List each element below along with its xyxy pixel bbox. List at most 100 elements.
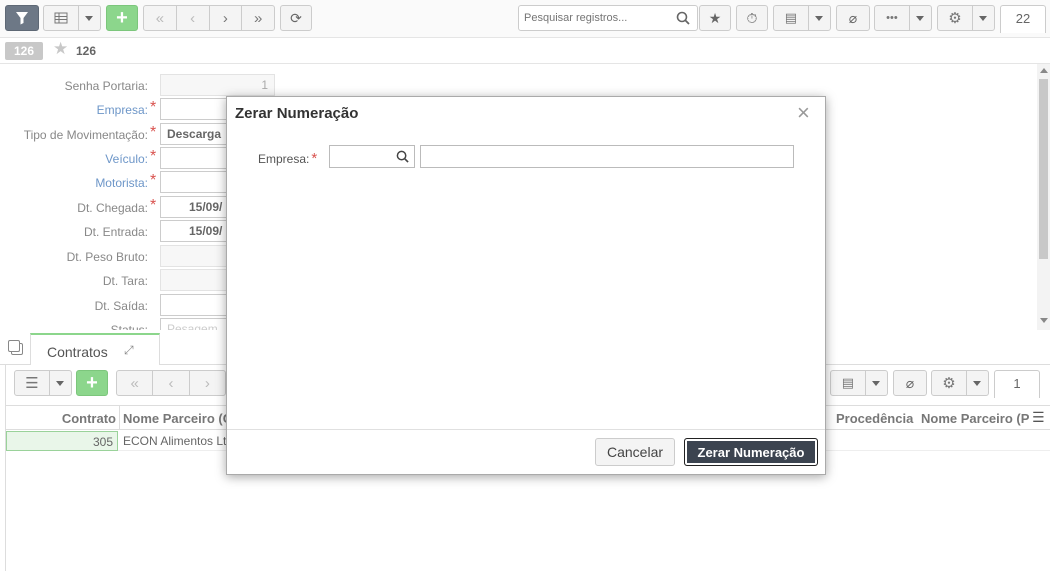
sub-view-group: ☰ [14, 370, 72, 396]
last-record-button[interactable]: » [242, 6, 274, 30]
copy-icon[interactable] [8, 340, 20, 352]
main-toolbar: + « ‹ › » ⟳ ★ ⏱ ▤ ⌀ ••• ⚙ 22 [0, 0, 1050, 38]
sub-list-view-button[interactable]: ☰ [15, 371, 50, 395]
sub-settings-group: ⚙ [931, 370, 989, 396]
empresa-code-input[interactable] [330, 146, 392, 167]
header-contrato[interactable]: Contrato [6, 411, 116, 426]
sub-export-group: ▤ [830, 370, 888, 396]
settings-dropdown-button[interactable] [973, 6, 994, 30]
settings-button[interactable]: ⚙ [938, 6, 973, 30]
form-label[interactable]: Motorista: [0, 176, 148, 190]
search-icon[interactable] [396, 150, 409, 163]
zerar-numeracao-button[interactable]: Zerar Numeração [684, 438, 818, 466]
form-label: Dt. Saída: [0, 299, 148, 313]
header-divider [119, 406, 120, 430]
grid-view-button[interactable] [44, 6, 79, 30]
export-icon: ▤ [784, 10, 798, 25]
required-marker: * [150, 99, 157, 116]
next-icon: › [204, 374, 210, 392]
sub-navigation-group: « ‹ › [116, 370, 226, 396]
add-button[interactable]: + [106, 5, 138, 31]
record-header: 126 ★ 126 [0, 38, 1050, 64]
form-label: Senha Portaria: [0, 79, 148, 93]
filter-button[interactable] [5, 5, 39, 31]
sub-first-button[interactable]: « [117, 371, 154, 395]
first-icon: « [130, 374, 139, 392]
form-label-text: Status: [110, 323, 148, 330]
scroll-thumb[interactable] [1039, 79, 1048, 259]
gear-icon: ⚙ [948, 10, 962, 27]
attach-button[interactable]: ⌀ [836, 5, 870, 31]
attach-icon: ⌀ [905, 374, 915, 391]
view-mode-group [43, 5, 101, 31]
sub-prev-button[interactable]: ‹ [153, 371, 190, 395]
sub-next-button[interactable]: › [190, 371, 225, 395]
header-nome-parceiro-c[interactable]: Nome Parceiro (C [123, 411, 232, 426]
sub-add-button[interactable]: + [76, 370, 108, 396]
form-label[interactable]: Veículo: [0, 152, 148, 166]
header-nome-parceiro-p[interactable]: Nome Parceiro (P [921, 411, 1029, 426]
sub-attach-button[interactable]: ⌀ [893, 370, 927, 396]
next-icon: › [222, 9, 228, 27]
required-marker: * [150, 148, 157, 165]
page-count: 22 [1000, 5, 1046, 33]
form-label-text: Senha Portaria: [64, 79, 148, 93]
close-icon[interactable]: × [797, 100, 810, 126]
export-button[interactable]: ▤ [774, 6, 809, 30]
refresh-button[interactable]: ⟳ [280, 5, 312, 31]
next-record-button[interactable]: › [210, 6, 243, 30]
sub-settings-dropdown-button[interactable] [967, 371, 988, 395]
prev-icon: ‹ [190, 9, 196, 27]
plus-icon: + [86, 371, 98, 394]
search-icon[interactable] [676, 11, 690, 25]
prev-record-button[interactable]: ‹ [177, 6, 210, 30]
tab-contratos-label: Contratos [47, 344, 108, 360]
first-record-button[interactable]: « [144, 6, 177, 30]
sub-export-button[interactable]: ▤ [831, 371, 866, 395]
required-marker: * [150, 124, 157, 141]
favorite-button[interactable]: ★ [699, 5, 731, 31]
form-field[interactable]: 1 [160, 74, 275, 96]
grid-icon [54, 12, 68, 24]
chevron-down-icon [973, 380, 982, 386]
scroll-down-arrow[interactable] [1040, 318, 1048, 323]
search-input[interactable] [519, 6, 669, 30]
zerar-numeracao-dialog: Zerar Numeração × Empresa: * Cancelar Zer… [226, 96, 826, 475]
expand-icon[interactable]: ⤢ [124, 343, 134, 358]
form-scrollbar[interactable] [1037, 64, 1050, 330]
list-icon: ☰ [25, 375, 39, 392]
empresa-description-field[interactable] [420, 145, 794, 168]
record-number: 126 [76, 44, 97, 58]
sub-settings-button[interactable]: ⚙ [932, 371, 967, 395]
form-label: Tipo de Movimentação: [0, 128, 148, 142]
column-menu-icon[interactable]: ☰ [1032, 409, 1045, 426]
form-label-text: Motorista: [95, 176, 148, 190]
chevron-down-icon [916, 15, 925, 21]
scroll-up-arrow[interactable] [1040, 68, 1048, 73]
attach-icon: ⌀ [848, 9, 858, 26]
star-icon[interactable]: ★ [53, 39, 68, 59]
form-label: Dt. Tara: [0, 274, 148, 288]
cell-nome-parceiro[interactable]: ECON Alimentos Lt [123, 434, 226, 448]
form-label: Status: [0, 323, 148, 330]
sub-export-dropdown-button[interactable] [866, 371, 887, 395]
header-procedencia[interactable]: Procedência [836, 411, 913, 426]
form-label-text: Empresa: [96, 103, 148, 117]
export-dropdown-button[interactable] [809, 6, 830, 30]
cancel-button[interactable]: Cancelar [595, 438, 675, 466]
prev-icon: ‹ [168, 374, 174, 392]
form-label-text: Dt. Saída: [94, 299, 148, 313]
navigation-group: « ‹ › » [143, 5, 275, 31]
cell-contrato[interactable]: 305 [6, 431, 118, 451]
more-button[interactable]: ••• [875, 6, 910, 30]
sub-view-dropdown-button[interactable] [50, 371, 71, 395]
view-dropdown-button[interactable] [79, 6, 100, 30]
chevron-down-icon [815, 15, 824, 21]
tab-contratos[interactable]: Contratos ⤢ [30, 333, 160, 365]
filter-icon [16, 12, 28, 25]
form-label-text: Tipo de Movimentação: [23, 128, 148, 142]
more-dropdown-button[interactable] [910, 6, 931, 30]
form-label[interactable]: Empresa: [0, 103, 148, 117]
timer-button[interactable]: ⏱ [736, 5, 768, 31]
required-marker: * [311, 150, 318, 167]
